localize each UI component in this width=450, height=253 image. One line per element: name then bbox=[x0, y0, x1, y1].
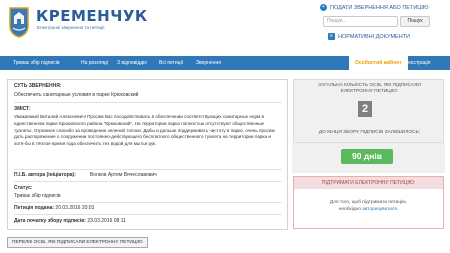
author-field: П.І.Б. автора (ініціатора): Волков Артем … bbox=[14, 172, 157, 178]
nav-all-petitions[interactable]: Всі петиції bbox=[159, 56, 183, 70]
petition-details-panel: СУТЬ ЗВЕРНЕННЯ: Обеспечить санитарные ус… bbox=[7, 79, 288, 230]
documents-link[interactable]: ≡ НОРМАТИВНІ ДОКУМЕНТИ bbox=[328, 33, 410, 40]
divider bbox=[14, 169, 282, 170]
nav-collecting[interactable]: Триває збір підписів bbox=[13, 56, 60, 70]
status-field: Статус: bbox=[14, 185, 33, 191]
sign-text-line2: необхідно bbox=[338, 207, 361, 212]
nav-register[interactable]: Реєстрація bbox=[405, 56, 430, 70]
divider bbox=[14, 102, 282, 103]
nav-appeals[interactable]: Звернення bbox=[196, 56, 221, 70]
document-icon: ≡ bbox=[328, 33, 335, 40]
content-label: ЗМІСТ: bbox=[14, 106, 31, 112]
days-remaining-badge: 90 днів bbox=[341, 149, 393, 164]
content-text: Уважаемый Виталий Алексеевич! Просим Вас… bbox=[14, 114, 275, 147]
signers-list-button[interactable]: ПЕРЕЛІК ОСІБ, ЯКІ ПІДПИСАЛИ ЕЛЕКТРОННУ П… bbox=[7, 237, 148, 248]
sign-instructions: Для того, щоб підтримати петицію, необхі… bbox=[294, 199, 443, 213]
submit-petition-link[interactable]: + ПОДАТИ ЗВЕРНЕННЯ АБО ПЕТИЦІЮ bbox=[320, 4, 428, 11]
pub-date-field: Петиція подана: 20.03.2016 20:03 bbox=[14, 205, 94, 211]
nav-answered[interactable]: З відповіддю bbox=[117, 56, 147, 70]
logo-title[interactable]: КРЕМЕНЧУК bbox=[36, 7, 148, 25]
site-header: КРЕМЕНЧУК Електронні звернення та петиці… bbox=[0, 0, 450, 56]
divider bbox=[14, 214, 282, 215]
status-value: Триває збір підписів bbox=[14, 193, 61, 199]
subject-text: Обеспечить санитарные условия в парке Кр… bbox=[14, 92, 139, 98]
documents-label: НОРМАТИВНІ ДОКУМЕНТИ bbox=[338, 33, 410, 40]
signature-count: 2 bbox=[358, 101, 372, 117]
submit-petition-label: ПОДАТИ ЗВЕРНЕННЯ АБО ПЕТИЦІЮ bbox=[330, 4, 429, 11]
divider bbox=[14, 202, 282, 203]
plus-circle-icon: + bbox=[320, 4, 327, 11]
start-date-value: 23.03.2016 08:11 bbox=[87, 218, 126, 224]
nav-under-review[interactable]: На розгляді bbox=[81, 56, 108, 70]
search-input[interactable]: Пошук... bbox=[323, 16, 398, 27]
sign-header: ПІДТРИМАТИ ЕЛЕКТРОННУ ПЕТИЦІЮ: bbox=[294, 177, 443, 189]
total-label-line1: ЗАГАЛЬНА КІЛЬКІСТЬ ОСІБ, ЯКІ ПІДПИСАЛИ bbox=[318, 83, 421, 88]
author-label: П.І.Б. автора (ініціатора): bbox=[14, 172, 76, 178]
status-label: Статус: bbox=[14, 185, 33, 191]
subject-label: СУТЬ ЗВЕРНЕННЯ: bbox=[14, 83, 62, 89]
sign-petition-box: ПІДТРИМАТИ ЕЛЕКТРОННУ ПЕТИЦІЮ: Для того,… bbox=[293, 176, 444, 229]
sign-text-line1: Для того, щоб підтримати петицію, bbox=[329, 200, 408, 205]
author-value: Волков Артем Вячеславович bbox=[89, 172, 157, 178]
search-button[interactable]: Пошук bbox=[400, 16, 430, 27]
pub-date-label: Петиція подана: bbox=[14, 205, 55, 211]
pub-date-value: 20.03.2016 20:03 bbox=[55, 205, 95, 211]
main-nav: Триває збір підписів На розгляді З відпо… bbox=[0, 56, 450, 70]
nav-cabinet[interactable]: Особистий кабінет bbox=[349, 56, 408, 70]
logo-subtitle: Електронні звернення та петиції bbox=[37, 25, 105, 30]
login-link[interactable]: авторизуватися. bbox=[362, 207, 398, 212]
remaining-label: ДО КІНЦЯ ЗБОРУ ПІДПИСІВ ЗАЛИШИЛОСЬ: bbox=[318, 130, 421, 135]
city-coat-of-arms-icon[interactable] bbox=[8, 6, 30, 38]
start-date-label: Дата початку збору підписів: bbox=[14, 218, 86, 224]
total-label-line2: ЕЛЕКТРОННУ ПЕТИЦІЮ: bbox=[340, 89, 399, 94]
start-date-field: Дата початку збору підписів: 23.03.2016 … bbox=[14, 218, 126, 224]
divider bbox=[14, 181, 282, 182]
